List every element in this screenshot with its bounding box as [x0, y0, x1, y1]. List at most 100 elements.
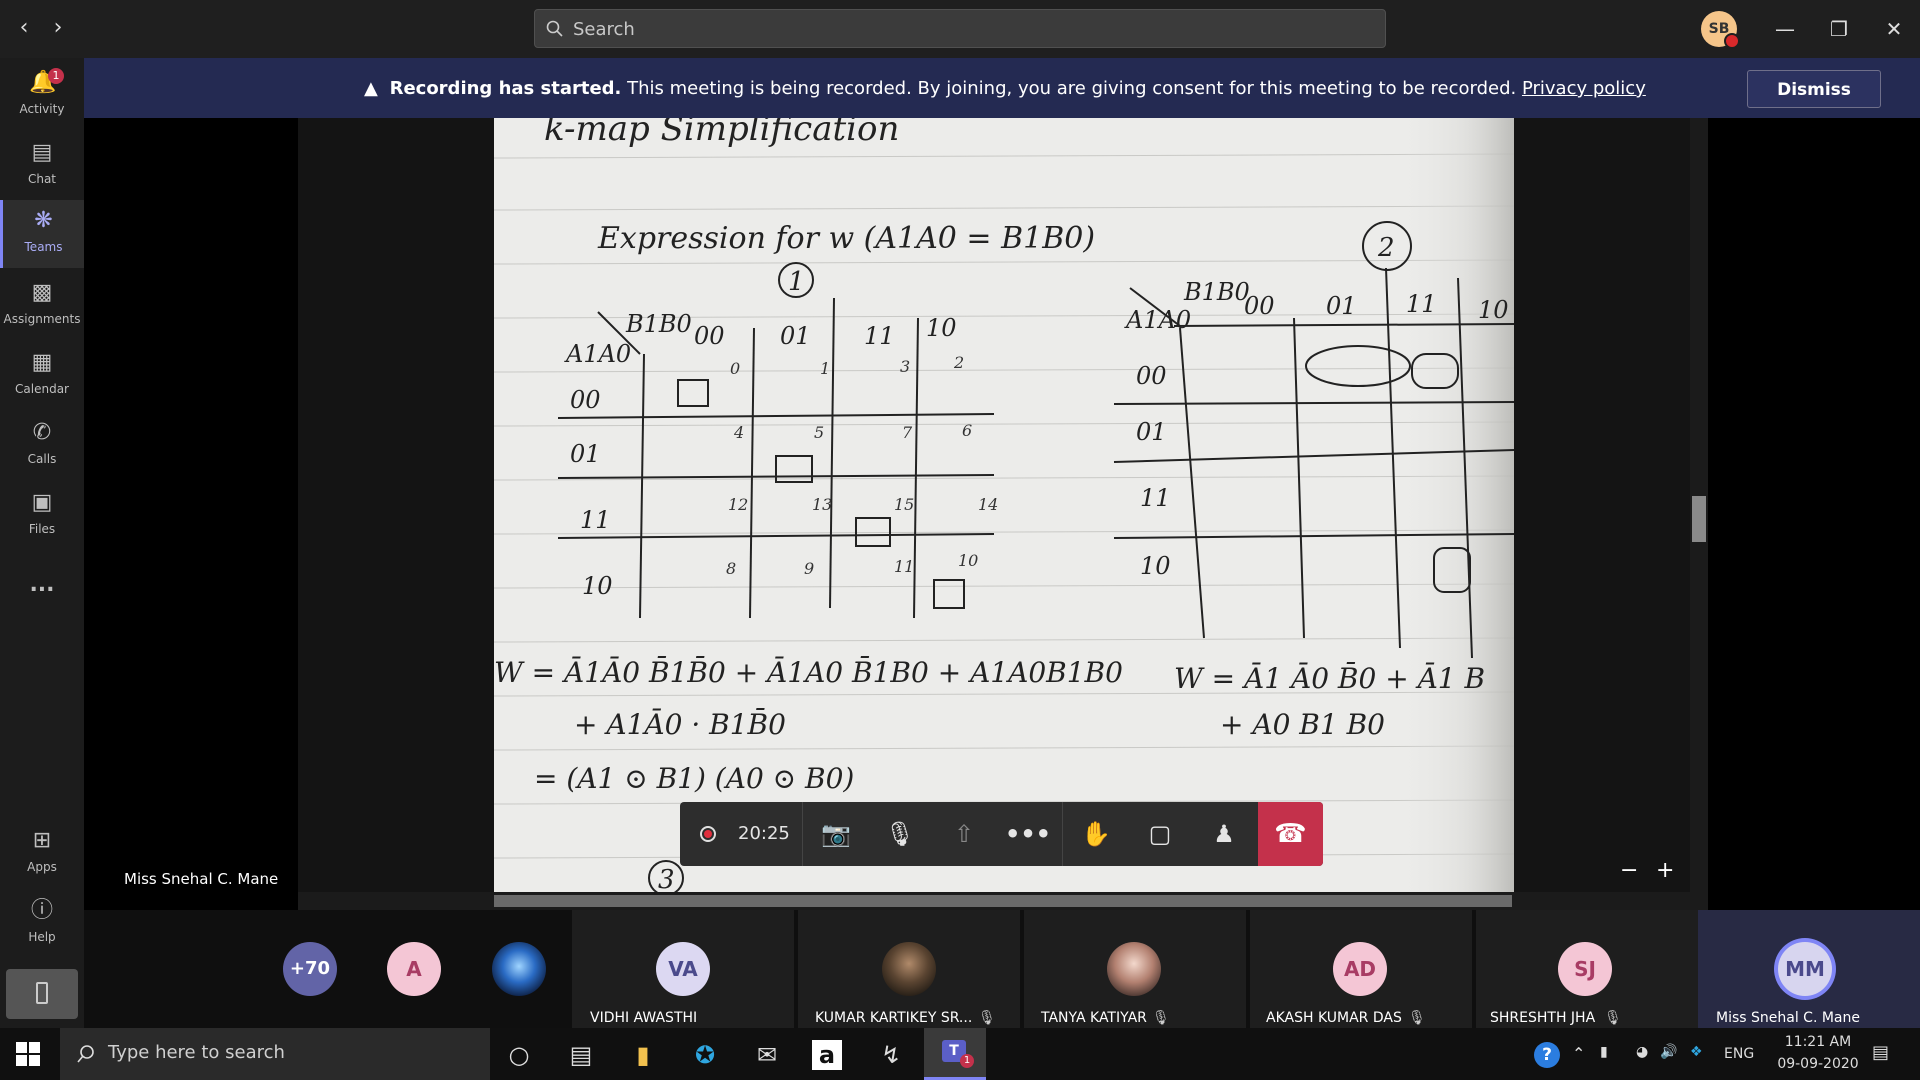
rail-label: Calendar [15, 382, 69, 396]
mic-off-icon: 🎙 [884, 820, 916, 848]
participant-avatar[interactable]: A [387, 942, 441, 996]
kmap-left-index: 14 [978, 495, 998, 514]
rail-label: Activity [19, 102, 65, 116]
rail-label: Files [28, 522, 56, 536]
more-actions-button[interactable]: ••• [996, 802, 1060, 866]
windows-start-icon[interactable] [16, 1042, 40, 1066]
search-input[interactable]: Search [534, 9, 1386, 48]
amazon-icon[interactable]: a [812, 1040, 842, 1070]
teams-taskbar-badge: 1 [960, 1054, 974, 1068]
hang-up-icon: ☎ [1274, 819, 1307, 849]
mic-muted-icon: 🎙 [1408, 1010, 1426, 1026]
share-button[interactable]: ⇧ [932, 802, 996, 866]
scroll-thumb[interactable] [494, 895, 1512, 907]
participants-button[interactable]: ♟ [1192, 802, 1256, 866]
minimize-icon[interactable]: — [1770, 14, 1800, 44]
share-tray-icon: ⇧ [953, 820, 975, 848]
rail-item-calendar[interactable]: ▦ Calendar [0, 342, 84, 410]
scroll-thumb[interactable] [1692, 496, 1706, 542]
chevron-up-icon[interactable]: ⌃ [1572, 1044, 1585, 1063]
winamp-icon[interactable]: ↯ [874, 1038, 908, 1072]
phone-icon: ✆ [32, 420, 52, 445]
chat-button[interactable]: ▢ [1128, 802, 1192, 866]
equation-line-1: W = Ā1Ā0 B̄1B̄0 + Ā1A0 B̄1B0 + A1A0B1B0 [494, 655, 1123, 689]
cortana-icon[interactable]: ○ [502, 1038, 536, 1072]
ruled-lines [494, 153, 1514, 859]
rail-item-teams[interactable]: ❋ Teams [0, 200, 84, 268]
device-button[interactable] [6, 969, 78, 1019]
taskbar-search-input[interactable]: Type here to search [60, 1028, 490, 1080]
warning-icon: ▲ [364, 78, 378, 99]
raise-hand-button[interactable]: ✋ [1064, 802, 1128, 866]
search-icon [546, 20, 563, 37]
overflow-participants-button[interactable]: +70 [283, 942, 337, 996]
rail-item-chat[interactable]: ▤ Chat [0, 132, 84, 200]
kmap-left-index: 2 [953, 353, 964, 372]
zoom-in-button[interactable]: + [1656, 858, 1674, 883]
rail-item-help[interactable]: ⓘ Help [0, 890, 84, 958]
network-icon[interactable]: ◕ [1636, 1044, 1648, 1060]
hang-up-button[interactable]: ☎ [1258, 802, 1323, 866]
privacy-policy-link[interactable]: Privacy policy [1522, 78, 1646, 99]
participant-name: SHRESHTH JHA [1490, 1010, 1596, 1026]
more-apps-button[interactable]: ... [0, 572, 84, 597]
kmap-left-row-3: 10 [582, 572, 613, 600]
volume-icon[interactable]: 🔊 [1660, 1044, 1677, 1060]
kmap-left-index: 1 [820, 359, 830, 378]
help-tray-icon[interactable]: ? [1534, 1042, 1560, 1068]
battery-icon[interactable]: ▮ [1600, 1044, 1608, 1060]
zoom-out-button[interactable]: − [1620, 858, 1638, 883]
language-indicator[interactable]: ENG [1724, 1046, 1754, 1062]
participant-avatar-image[interactable] [492, 942, 546, 996]
restore-icon[interactable]: ❐ [1824, 14, 1854, 44]
divider [1062, 802, 1063, 866]
clock-time[interactable]: 11:21 AM [1778, 1034, 1858, 1050]
teams-taskbar-button[interactable]: T 1 [924, 1028, 986, 1080]
close-icon[interactable]: ✕ [1879, 14, 1909, 44]
profile-avatar[interactable]: SB [1701, 11, 1740, 49]
forward-arrow-icon[interactable]: › [46, 16, 70, 40]
circle-one-label: 1 [788, 267, 805, 297]
clock-date[interactable]: 09-09-2020 [1772, 1056, 1864, 1072]
horizontal-scrollbar[interactable] [298, 892, 1690, 910]
shared-notebook-page: k-map Simplification Expression for w (A… [494, 118, 1514, 910]
participants-icon: ♟ [1213, 820, 1235, 848]
kmap-left: B1B0 A1A0 00 01 11 10 00 01 11 10 0 1 3 … [557, 297, 998, 619]
apps-icon: ⊞ [32, 828, 52, 853]
file-explorer-icon[interactable]: ▮ [626, 1038, 660, 1072]
back-arrow-icon[interactable]: ‹ [12, 16, 36, 40]
mic-off-button[interactable]: 🎙 [868, 802, 932, 866]
kmap-left-index: 8 [726, 559, 736, 578]
assignments-icon: ▩ [31, 280, 53, 305]
dropbox-icon[interactable]: ❖ [1690, 1044, 1703, 1060]
rail-item-calls[interactable]: ✆ Calls [0, 412, 84, 480]
kmap-right-row-0: 00 [1136, 362, 1167, 390]
rail-item-apps[interactable]: ⊞ Apps [0, 820, 84, 888]
participant-photo [1107, 942, 1161, 996]
task-view-icon[interactable]: ▤ [564, 1038, 598, 1072]
rail-label: Chat [27, 172, 57, 186]
mail-icon[interactable]: ✉ [750, 1038, 784, 1072]
participant-name: Miss Snehal C. Mane [1716, 1010, 1860, 1026]
rail-item-assignments[interactable]: ▩ Assignments [0, 272, 84, 340]
participant-avatar: MM [1778, 942, 1832, 996]
camera-off-button[interactable]: 📷 [804, 802, 868, 866]
kmap-left-index: 9 [804, 559, 814, 578]
vertical-scrollbar[interactable] [1690, 118, 1708, 910]
rail-item-files[interactable]: ▣ Files [0, 482, 84, 550]
edge-icon[interactable]: ✪ [688, 1038, 722, 1072]
calendar-icon: ▦ [31, 350, 53, 375]
kmap-left-index: 5 [814, 423, 824, 442]
presenter-name: Miss Snehal C. Mane [124, 870, 279, 888]
teams-icon: ❋ [34, 208, 53, 233]
status-dot [1724, 33, 1740, 49]
rail-label: Assignments [3, 312, 81, 326]
kmap-right-col-2: 11 [1406, 290, 1437, 318]
dismiss-button[interactable]: Dismiss [1747, 70, 1881, 108]
notifications-icon[interactable]: ▤ [1872, 1042, 1889, 1063]
recording-bold-text: Recording has started. [389, 78, 622, 99]
mic-muted-icon: 🎙 [1604, 1010, 1622, 1026]
chat-bubble-icon: ▢ [1148, 820, 1172, 848]
rail-item-activity[interactable]: 🔔 1 Activity [0, 62, 84, 130]
kmap-left-col-1: 01 [780, 322, 811, 350]
